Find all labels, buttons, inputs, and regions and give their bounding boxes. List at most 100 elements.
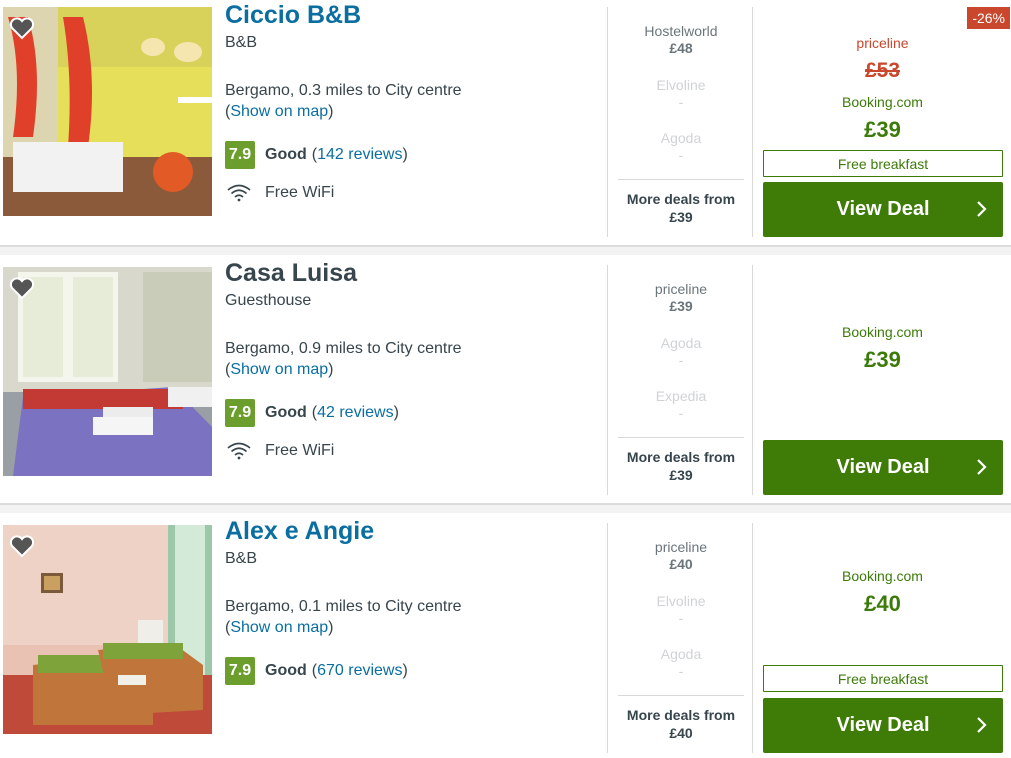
rating-word: Good (265, 146, 307, 163)
heart-icon[interactable] (9, 16, 35, 40)
best-price[interactable]: £39 (762, 347, 1003, 373)
view-deal-button[interactable]: View Deal (763, 182, 1003, 237)
deal-item[interactable]: priceline £39 (608, 281, 754, 315)
more-deals[interactable]: More deals from £39 (608, 190, 754, 226)
location-text: Bergamo, 0.3 miles to City centre (225, 82, 462, 99)
discount-badge: -26% (967, 7, 1010, 29)
view-deal-label: View Deal (836, 456, 930, 478)
deal-provider: Agoda (660, 335, 702, 351)
rating-score: 7.9 (225, 399, 255, 427)
location-text: Bergamo, 0.9 miles to City centre (225, 340, 462, 357)
hotel-location: Bergamo, 0.9 miles to City centre (Show … (225, 340, 462, 378)
deal-price: - (678, 94, 684, 110)
hotel-name[interactable]: Casa Luisa (225, 259, 357, 288)
deal-item[interactable]: Agoda - (608, 130, 754, 164)
heart-icon[interactable] (9, 534, 35, 558)
hotel-card: Casa Luisa Guesthouse Bergamo, 0.9 miles… (0, 258, 1011, 499)
hotel-location: Bergamo, 0.3 miles to City centre (Show … (225, 82, 462, 120)
deal-provider: priceline (654, 539, 708, 555)
show-on-map-link[interactable]: Show on map (230, 619, 328, 636)
reviews: (142 reviews) (311, 146, 408, 163)
view-deal-label: View Deal (836, 198, 930, 220)
hotel-card: Ciccio B&B B&B Bergamo, 0.3 miles to Cit… (0, 0, 1011, 241)
best-price[interactable]: £40 (762, 591, 1003, 617)
other-deals: priceline £40 Elvoline - Agoda - More de… (607, 523, 753, 753)
reviews: (670 reviews) (311, 662, 408, 679)
free-breakfast-badge: Free breakfast (763, 665, 1003, 692)
deal-provider: Agoda (660, 646, 702, 662)
view-deal-button[interactable]: View Deal (763, 440, 1003, 495)
deal-provider: Expedia (655, 388, 707, 404)
deal-item[interactable]: Elvoline - (608, 77, 754, 111)
deal-item[interactable]: Agoda - (608, 646, 754, 680)
wifi-icon (227, 184, 251, 202)
more-deals-label: More deals from (626, 449, 736, 465)
rating-score: 7.9 (225, 141, 255, 169)
show-on-map-link[interactable]: Show on map (230, 361, 328, 378)
deal-item[interactable]: priceline £40 (608, 539, 754, 573)
show-on-map-link[interactable]: Show on map (230, 103, 328, 120)
best-provider[interactable]: Booking.com (762, 94, 1003, 110)
chevron-right-icon (977, 201, 987, 217)
reviews-link[interactable]: 142 reviews (317, 146, 402, 163)
deal-item[interactable]: Elvoline - (608, 593, 754, 627)
amenity-label: Free WiFi (265, 184, 335, 201)
deal-provider: Elvoline (656, 593, 706, 609)
location-text: Bergamo, 0.1 miles to City centre (225, 598, 462, 615)
deal-price: - (678, 352, 684, 368)
card-separator (0, 503, 1011, 513)
more-deals-price: £40 (669, 725, 693, 741)
best-provider[interactable]: Booking.com (762, 568, 1003, 584)
card-separator (0, 245, 1011, 255)
hotel-card: Alex e Angie B&B Bergamo, 0.1 miles to C… (0, 516, 1011, 757)
best-deal: Booking.com £40 Free breakfast View Deal (762, 516, 1003, 756)
deal-provider: Agoda (660, 130, 702, 146)
hotel-name[interactable]: Alex e Angie (225, 517, 374, 546)
deal-item[interactable]: Hostelworld £48 (608, 23, 754, 57)
more-deals-price: £39 (669, 209, 693, 225)
rating-score: 7.9 (225, 657, 255, 685)
best-deal: -26% priceline £53 Booking.com £39 Free … (762, 0, 1010, 240)
rating-word: Good (265, 404, 307, 421)
deal-price: - (678, 610, 684, 626)
hotel-location: Bergamo, 0.1 miles to City centre (Show … (225, 598, 462, 636)
free-breakfast-badge: Free breakfast (763, 150, 1003, 177)
deal-item[interactable]: Expedia - (608, 388, 754, 422)
original-price: £53 (864, 59, 901, 82)
chevron-right-icon (977, 459, 987, 475)
divider (618, 437, 744, 438)
divider (618, 179, 744, 180)
heart-icon[interactable] (9, 276, 35, 300)
view-deal-button[interactable]: View Deal (763, 698, 1003, 753)
divider (618, 695, 744, 696)
best-price[interactable]: £39 (762, 117, 1003, 143)
original-provider: priceline (856, 35, 909, 51)
hotel-name[interactable]: Ciccio B&B (225, 1, 361, 30)
deal-item[interactable]: Agoda - (608, 335, 754, 369)
more-deals[interactable]: More deals from £40 (608, 706, 754, 742)
reviews: (42 reviews) (311, 404, 399, 421)
view-deal-label: View Deal (836, 714, 930, 736)
amenity-label: Free WiFi (265, 442, 335, 459)
amenity-wifi: Free WiFi (227, 184, 334, 202)
deal-price: £48 (669, 40, 693, 56)
reviews-link[interactable]: 42 reviews (317, 404, 393, 421)
best-provider[interactable]: Booking.com (762, 324, 1003, 340)
more-deals-label: More deals from (626, 191, 736, 207)
more-deals-price: £39 (669, 467, 693, 483)
reviews-link[interactable]: 670 reviews (317, 662, 402, 679)
other-deals: priceline £39 Agoda - Expedia - More dea… (607, 265, 753, 495)
rating: 7.9 Good (142 reviews) (225, 141, 408, 169)
deal-price: - (678, 663, 684, 679)
deal-provider: Elvoline (656, 77, 706, 93)
deal-provider: Hostelworld (644, 23, 718, 39)
best-deal: Booking.com £39 View Deal (762, 258, 1003, 498)
wifi-icon (227, 442, 251, 460)
rating: 7.9 Good (670 reviews) (225, 657, 408, 685)
rating-word: Good (265, 662, 307, 679)
rating: 7.9 Good (42 reviews) (225, 399, 399, 427)
hotel-type: B&B (225, 550, 258, 567)
hotel-type: Guesthouse (225, 292, 312, 309)
more-deals[interactable]: More deals from £39 (608, 448, 754, 484)
deal-price: - (678, 405, 684, 421)
